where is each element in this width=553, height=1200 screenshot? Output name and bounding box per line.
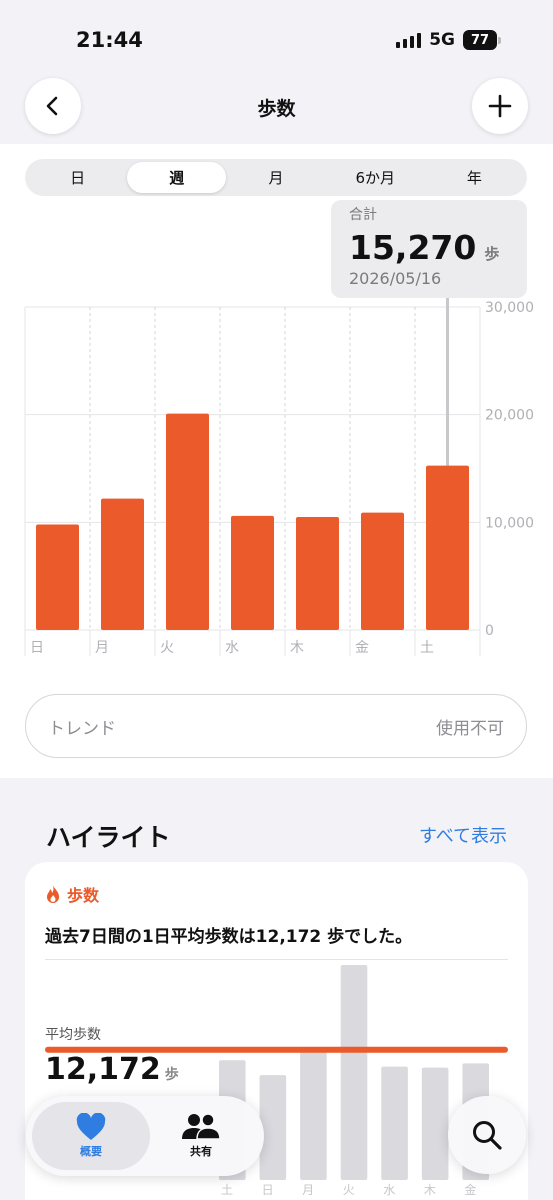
battery-icon: 77 (463, 30, 501, 50)
add-data-button[interactable] (472, 78, 528, 134)
people-icon (182, 1113, 221, 1140)
mini-bar-2 (300, 1051, 327, 1180)
network-label: 5G (429, 30, 455, 50)
tab-summary-label: 概要 (80, 1145, 102, 1158)
segment-0[interactable]: 日 (28, 162, 127, 193)
highlight-sentence: 過去7日間の1日平均歩数は12,172 歩でした。 (45, 927, 413, 947)
tab-sharing-label: 共有 (190, 1145, 212, 1158)
bar-1[interactable] (101, 498, 144, 630)
average-label: 平均歩数 (45, 1027, 101, 1043)
average-value: 12,172 歩 (45, 1052, 179, 1087)
average-number: 12,172 (45, 1052, 161, 1087)
segment-3[interactable]: 6か月 (326, 162, 425, 193)
y-tick-label-3: 30,000 (485, 300, 534, 316)
show-all-link[interactable]: すべて表示 (419, 822, 507, 848)
battery-level: 77 (463, 30, 497, 50)
mini-x-label-6: 金 (464, 1182, 476, 1197)
mini-bar-4 (381, 1066, 408, 1180)
heart-icon (76, 1113, 106, 1140)
tooltip-date: 2026/05/16 (349, 269, 442, 288)
mini-x-label-3: 火 (343, 1183, 355, 1197)
divider (45, 959, 508, 960)
x-tick-label-6: 土 (420, 640, 434, 656)
status-indicators: 5G 77 (396, 30, 501, 50)
nav-bar: 歩数 (0, 78, 553, 144)
segment-1[interactable]: 週 (127, 162, 227, 193)
signal-icon (396, 32, 422, 48)
trend-card[interactable]: トレンド 使用不可 (25, 694, 527, 758)
x-tick-label-4: 木 (290, 640, 304, 656)
selection-tooltip: 合計 15,270 歩 2026/05/16 (331, 200, 527, 298)
highlights-title: ハイライト (46, 823, 171, 852)
bar-4[interactable] (296, 516, 339, 630)
tab-bar: 概要 共有 (26, 1096, 264, 1176)
bar-5[interactable] (361, 512, 404, 630)
tooltip-label: 合計 (349, 207, 377, 223)
tooltip-unit: 歩 (484, 245, 500, 263)
x-tick-label-2: 火 (160, 640, 174, 656)
average-unit: 歩 (164, 1067, 179, 1083)
mini-x-label-4: 水 (383, 1183, 395, 1197)
mini-bar-1 (259, 1075, 287, 1180)
x-tick-label-3: 水 (225, 640, 239, 656)
segment-2[interactable]: 月 (226, 162, 325, 193)
search-button[interactable] (448, 1096, 526, 1174)
y-tick-label-2: 20,000 (485, 408, 534, 424)
y-tick-label-0: 0 (485, 623, 494, 639)
x-tick-label-0: 日 (30, 640, 44, 656)
bar-2[interactable] (166, 413, 209, 630)
highlight-category: 歩数 (67, 886, 100, 905)
x-tick-label-5: 金 (355, 640, 369, 656)
trend-label: トレンド (48, 718, 116, 739)
mini-bar-3 (340, 965, 368, 1180)
bar-6[interactable] (426, 465, 469, 630)
mini-x-label-5: 木 (424, 1183, 436, 1197)
mini-bar-5 (421, 1067, 449, 1180)
bar-3[interactable] (231, 515, 274, 630)
tooltip-value: 15,270 (349, 228, 477, 267)
bar-0[interactable] (36, 524, 79, 630)
tab-sharing[interactable]: 共有 (144, 1102, 258, 1170)
status-time: 21:44 (76, 28, 143, 52)
mini-x-label-2: 月 (302, 1183, 314, 1197)
steps-chart: 0 10,000 20,000 30,000 日 月 火 水 木 金 土 合計 15,270 歩 2… (0, 200, 553, 670)
mini-x-label-0: 土 (221, 1183, 233, 1197)
highlight-card-header: 歩数 (45, 882, 99, 906)
tab-summary[interactable]: 概要 (32, 1102, 150, 1170)
mini-x-label-1: 日 (262, 1183, 274, 1197)
search-icon (473, 1121, 502, 1150)
page-title: 歩数 (257, 98, 296, 120)
status-bar: 21:44 5G 77 (0, 0, 553, 80)
trend-status: 使用不可 (436, 718, 504, 739)
segment-4[interactable]: 年 (425, 162, 524, 193)
x-tick-label-1: 月 (95, 640, 109, 656)
flame-icon (47, 885, 59, 903)
y-tick-label-1: 10,000 (485, 515, 534, 531)
period-segmented-control: 日週月 6か月年 (25, 159, 527, 196)
plus-icon (488, 94, 512, 118)
